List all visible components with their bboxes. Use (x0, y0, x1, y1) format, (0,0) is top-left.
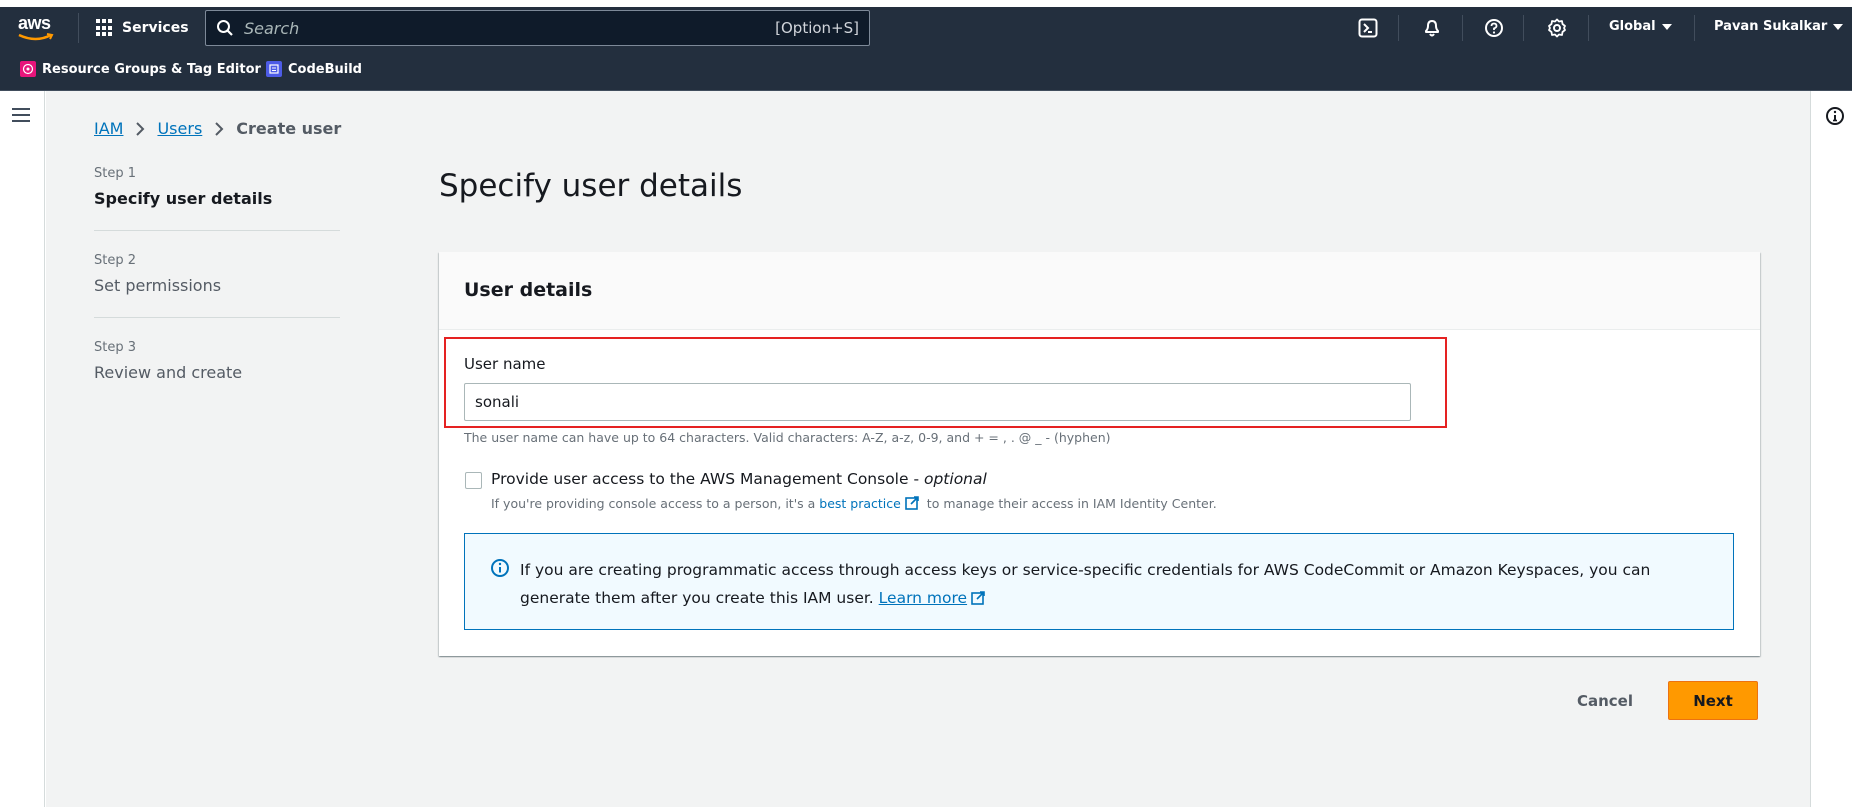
account-menu[interactable]: Pavan Sukalkar (1714, 19, 1844, 34)
info-icon (491, 559, 509, 577)
console-access-label[interactable]: Provide user access to the AWS Managemen… (491, 470, 987, 488)
gear-icon (1548, 18, 1566, 38)
help-button[interactable] (1483, 17, 1505, 39)
menu-toggle-button[interactable] (12, 108, 30, 122)
divider (1523, 15, 1524, 41)
services-menu-button[interactable]: Services (96, 15, 189, 41)
alert-text: If you are creating programmatic access … (520, 561, 1651, 607)
divider (1588, 15, 1589, 41)
step-title: Set permissions (94, 276, 222, 295)
hamburger-icon (12, 108, 30, 110)
step-title: Specify user details (94, 189, 273, 208)
search-input[interactable] (244, 18, 776, 38)
cloudshell-icon (1358, 18, 1378, 38)
favorites-bar: Resource Groups & Tag Editor CodeBuild (0, 49, 1852, 91)
divider (78, 13, 79, 43)
next-button[interactable]: Next (1668, 681, 1758, 720)
breadcrumb-users[interactable]: Users (157, 119, 202, 138)
external-link-icon (971, 591, 985, 605)
region-selector[interactable]: Global (1609, 19, 1672, 34)
chevron-right-icon (136, 121, 145, 136)
wizard-step-3[interactable]: Step 3 Review and create (94, 340, 340, 404)
wizard-steps: Step 1 Specify user details Step 2 Set p… (94, 166, 340, 426)
card-header: User details (439, 252, 1760, 330)
card-title: User details (464, 279, 593, 301)
notifications-button[interactable] (1421, 17, 1443, 39)
wizard-step-1[interactable]: Step 1 Specify user details (94, 166, 340, 231)
breadcrumb-current: Create user (236, 119, 342, 138)
step-number: Step 2 (94, 253, 137, 268)
navigation-drawer (0, 91, 45, 807)
form-actions: Cancel Next (1560, 681, 1758, 720)
region-label: Global (1609, 19, 1656, 34)
page-title: Specify user details (439, 168, 743, 204)
help-icon (1485, 19, 1503, 37)
cancel-button[interactable]: Cancel (1560, 682, 1650, 720)
resource-groups-icon (20, 61, 36, 77)
username-input[interactable] (464, 383, 1411, 421)
nav-row: aws Services [Option+S] (0, 7, 1852, 49)
cloudshell-button[interactable] (1357, 17, 1379, 39)
caret-down-icon (1833, 23, 1844, 30)
divider (1398, 15, 1399, 41)
search-shortcut-hint: [Option+S] (775, 19, 859, 37)
caret-down-icon (1661, 23, 1672, 30)
step-title: Review and create (94, 363, 243, 382)
best-practice-link[interactable]: best practice (819, 496, 901, 511)
services-label: Services (122, 20, 189, 36)
console-access-description: If you're providing console access to a … (491, 496, 1217, 511)
favorite-label: CodeBuild (288, 61, 362, 77)
bell-icon (1425, 20, 1439, 37)
step-number: Step 3 (94, 340, 137, 355)
divider (1694, 15, 1695, 41)
search-icon (217, 20, 233, 36)
aws-logo-text: aws (18, 13, 51, 33)
aws-smile-icon (18, 33, 54, 41)
info-panel-icon[interactable] (1825, 106, 1845, 126)
settings-button[interactable] (1546, 17, 1568, 39)
external-link-icon (905, 496, 919, 510)
favorite-label: Resource Groups & Tag Editor (42, 61, 261, 77)
breadcrumb: IAM Users Create user (94, 119, 341, 138)
divider (1462, 15, 1463, 41)
aws-logo[interactable]: aws (18, 13, 58, 43)
favorite-resource-groups[interactable]: Resource Groups & Tag Editor (20, 61, 261, 77)
learn-more-link[interactable]: Learn more (879, 589, 967, 607)
favorite-codebuild[interactable]: CodeBuild (266, 61, 362, 77)
wizard-step-2[interactable]: Step 2 Set permissions (94, 253, 340, 318)
optional-label: optional (923, 470, 987, 488)
codebuild-icon (266, 61, 282, 77)
top-navigation: aws Services [Option+S] (0, 7, 1852, 91)
username-label: User name (464, 355, 546, 373)
console-access-checkbox[interactable] (465, 472, 482, 489)
username-constraint-text: The user name can have up to 64 characte… (464, 430, 1111, 445)
info-alert: If you are creating programmatic access … (464, 533, 1734, 630)
step-number: Step 1 (94, 166, 137, 181)
breadcrumb-iam[interactable]: IAM (94, 119, 123, 138)
grid-icon (96, 19, 114, 37)
search-bar[interactable]: [Option+S] (205, 10, 870, 46)
help-panel-strip (1810, 91, 1852, 807)
user-name-label: Pavan Sukalkar (1714, 19, 1828, 34)
chevron-right-icon (215, 121, 224, 136)
